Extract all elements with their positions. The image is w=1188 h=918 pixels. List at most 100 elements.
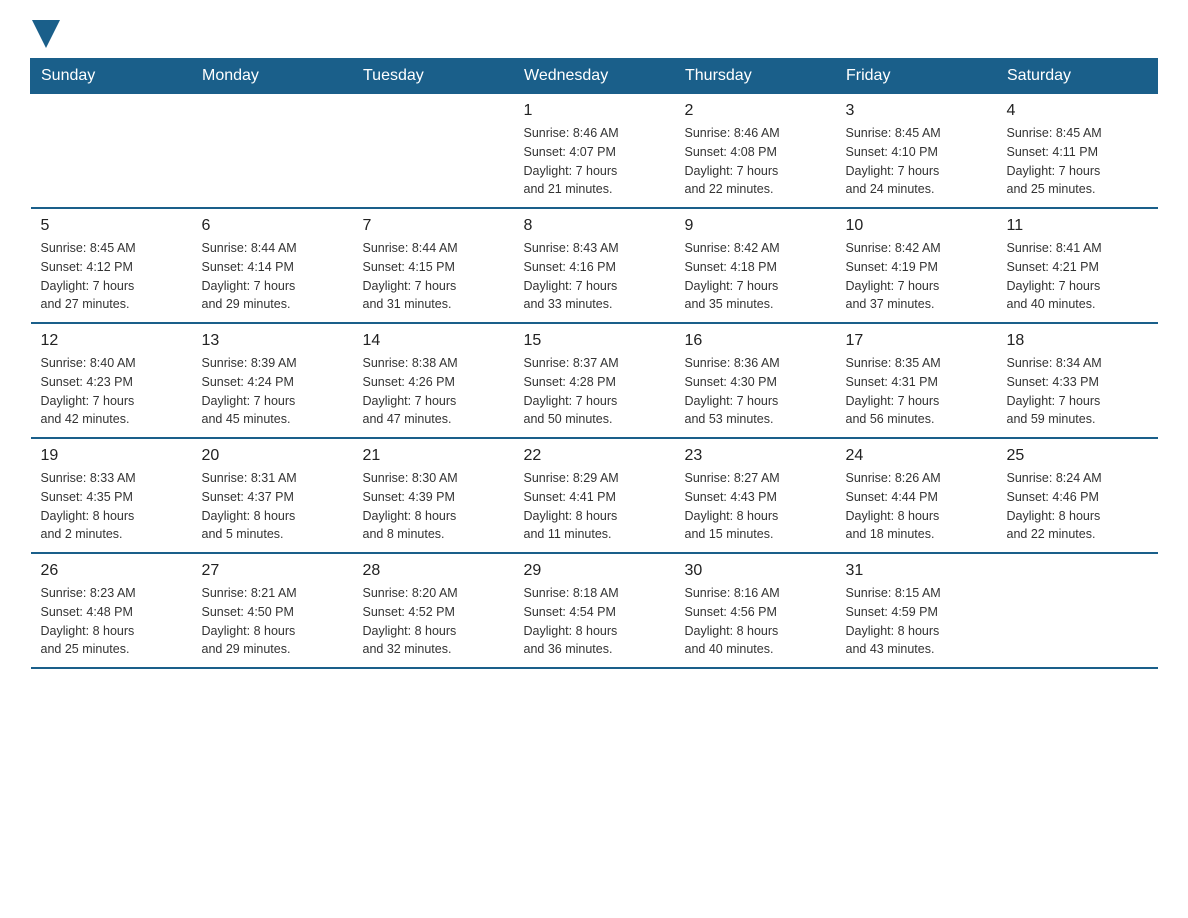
calendar-cell: 19Sunrise: 8:33 AM Sunset: 4:35 PM Dayli… [31, 438, 192, 553]
day-info: Sunrise: 8:35 AM Sunset: 4:31 PM Dayligh… [846, 354, 987, 429]
weekday-header-sunday: Sunday [31, 59, 192, 94]
day-info: Sunrise: 8:27 AM Sunset: 4:43 PM Dayligh… [685, 469, 826, 544]
day-info: Sunrise: 8:15 AM Sunset: 4:59 PM Dayligh… [846, 584, 987, 659]
day-info: Sunrise: 8:41 AM Sunset: 4:21 PM Dayligh… [1007, 239, 1148, 314]
weekday-header-tuesday: Tuesday [353, 59, 514, 94]
day-number: 11 [1007, 217, 1148, 235]
calendar-cell: 13 Sunrise: 8:39 AM Sunset: 4:24 PM Dayli… [192, 323, 353, 438]
day-number: 22 [524, 447, 665, 465]
day-number: 10 [846, 217, 987, 235]
day-number: 12 [41, 332, 182, 350]
calendar-week-row: 19Sunrise: 8:33 AM Sunset: 4:35 PM Dayli… [31, 438, 1158, 553]
day-number: 16 [685, 332, 826, 350]
logo-icon [32, 20, 60, 48]
calendar-cell: 16 Sunrise: 8:36 AM Sunset: 4:30 PM Dayli… [675, 323, 836, 438]
calendar-cell: 24 Sunrise: 8:26 AM Sunset: 4:44 PM Dayli… [836, 438, 997, 553]
weekday-header-thursday: Thursday [675, 59, 836, 94]
day-info: Sunrise: 8:44 AM Sunset: 4:15 PM Dayligh… [363, 239, 504, 314]
calendar-cell: 2 Sunrise: 8:46 AM Sunset: 4:08 PM Daylig… [675, 94, 836, 209]
calendar-cell: 11 Sunrise: 8:41 AM Sunset: 4:21 PM Dayli… [997, 208, 1158, 323]
calendar-cell: 6Sunrise: 8:44 AM Sunset: 4:14 PM Daylig… [192, 208, 353, 323]
calendar-cell: 4Sunrise: 8:45 AM Sunset: 4:11 PM Daylig… [997, 94, 1158, 209]
calendar-cell: 5 Sunrise: 8:45 AM Sunset: 4:12 PM Daylig… [31, 208, 192, 323]
calendar-cell [997, 553, 1158, 668]
calendar-cell [31, 94, 192, 209]
day-info: Sunrise: 8:42 AM Sunset: 4:18 PM Dayligh… [685, 239, 826, 314]
day-number: 19 [41, 447, 182, 465]
day-number: 27 [202, 562, 343, 580]
calendar-week-row: 12Sunrise: 8:40 AM Sunset: 4:23 PM Dayli… [31, 323, 1158, 438]
calendar-cell: 15Sunrise: 8:37 AM Sunset: 4:28 PM Dayli… [514, 323, 675, 438]
weekday-header-monday: Monday [192, 59, 353, 94]
weekday-header-row: SundayMondayTuesdayWednesdayThursdayFrid… [31, 59, 1158, 94]
day-info: Sunrise: 8:21 AM Sunset: 4:50 PM Dayligh… [202, 584, 343, 659]
day-info: Sunrise: 8:43 AM Sunset: 4:16 PM Dayligh… [524, 239, 665, 314]
calendar-cell: 27 Sunrise: 8:21 AM Sunset: 4:50 PM Dayli… [192, 553, 353, 668]
calendar-body: 1Sunrise: 8:46 AM Sunset: 4:07 PM Daylig… [31, 94, 1158, 669]
calendar-week-row: 5 Sunrise: 8:45 AM Sunset: 4:12 PM Daylig… [31, 208, 1158, 323]
day-info: Sunrise: 8:29 AM Sunset: 4:41 PM Dayligh… [524, 469, 665, 544]
day-number: 25 [1007, 447, 1148, 465]
calendar-cell: 22 Sunrise: 8:29 AM Sunset: 4:41 PM Dayli… [514, 438, 675, 553]
day-number: 18 [1007, 332, 1148, 350]
calendar-cell: 25 Sunrise: 8:24 AM Sunset: 4:46 PM Dayli… [997, 438, 1158, 553]
calendar-cell: 12Sunrise: 8:40 AM Sunset: 4:23 PM Dayli… [31, 323, 192, 438]
day-number: 28 [363, 562, 504, 580]
day-number: 6 [202, 217, 343, 235]
day-info: Sunrise: 8:34 AM Sunset: 4:33 PM Dayligh… [1007, 354, 1148, 429]
day-number: 31 [846, 562, 987, 580]
day-info: Sunrise: 8:46 AM Sunset: 4:08 PM Dayligh… [685, 124, 826, 199]
day-info: Sunrise: 8:23 AM Sunset: 4:48 PM Dayligh… [41, 584, 182, 659]
page-header [30, 20, 1158, 48]
day-number: 3 [846, 102, 987, 120]
calendar-cell: 10Sunrise: 8:42 AM Sunset: 4:19 PM Dayli… [836, 208, 997, 323]
day-number: 20 [202, 447, 343, 465]
day-info: Sunrise: 8:30 AM Sunset: 4:39 PM Dayligh… [363, 469, 504, 544]
day-info: Sunrise: 8:45 AM Sunset: 4:12 PM Dayligh… [41, 239, 182, 314]
calendar-cell: 31 Sunrise: 8:15 AM Sunset: 4:59 PM Dayli… [836, 553, 997, 668]
calendar-table: SundayMondayTuesdayWednesdayThursdayFrid… [30, 58, 1158, 669]
day-number: 1 [524, 102, 665, 120]
calendar-cell: 23 Sunrise: 8:27 AM Sunset: 4:43 PM Dayli… [675, 438, 836, 553]
day-info: Sunrise: 8:26 AM Sunset: 4:44 PM Dayligh… [846, 469, 987, 544]
day-number: 26 [41, 562, 182, 580]
day-info: Sunrise: 8:36 AM Sunset: 4:30 PM Dayligh… [685, 354, 826, 429]
calendar-header: SundayMondayTuesdayWednesdayThursdayFrid… [31, 59, 1158, 94]
calendar-cell [192, 94, 353, 209]
calendar-cell: 1Sunrise: 8:46 AM Sunset: 4:07 PM Daylig… [514, 94, 675, 209]
logo[interactable] [30, 20, 60, 48]
calendar-cell: 3Sunrise: 8:45 AM Sunset: 4:10 PM Daylig… [836, 94, 997, 209]
day-number: 21 [363, 447, 504, 465]
day-info: Sunrise: 8:24 AM Sunset: 4:46 PM Dayligh… [1007, 469, 1148, 544]
calendar-week-row: 26 Sunrise: 8:23 AM Sunset: 4:48 PM Dayli… [31, 553, 1158, 668]
day-info: Sunrise: 8:20 AM Sunset: 4:52 PM Dayligh… [363, 584, 504, 659]
day-info: Sunrise: 8:38 AM Sunset: 4:26 PM Dayligh… [363, 354, 504, 429]
day-number: 9 [685, 217, 826, 235]
weekday-header-friday: Friday [836, 59, 997, 94]
day-number: 5 [41, 217, 182, 235]
day-info: Sunrise: 8:31 AM Sunset: 4:37 PM Dayligh… [202, 469, 343, 544]
day-info: Sunrise: 8:39 AM Sunset: 4:24 PM Dayligh… [202, 354, 343, 429]
day-number: 23 [685, 447, 826, 465]
day-number: 17 [846, 332, 987, 350]
calendar-week-row: 1Sunrise: 8:46 AM Sunset: 4:07 PM Daylig… [31, 94, 1158, 209]
weekday-header-wednesday: Wednesday [514, 59, 675, 94]
day-number: 30 [685, 562, 826, 580]
calendar-cell: 17 Sunrise: 8:35 AM Sunset: 4:31 PM Dayli… [836, 323, 997, 438]
day-number: 13 [202, 332, 343, 350]
day-number: 24 [846, 447, 987, 465]
day-number: 7 [363, 217, 504, 235]
calendar-cell: 30 Sunrise: 8:16 AM Sunset: 4:56 PM Dayli… [675, 553, 836, 668]
calendar-cell: 18 Sunrise: 8:34 AM Sunset: 4:33 PM Dayli… [997, 323, 1158, 438]
calendar-cell: 8Sunrise: 8:43 AM Sunset: 4:16 PM Daylig… [514, 208, 675, 323]
day-info: Sunrise: 8:37 AM Sunset: 4:28 PM Dayligh… [524, 354, 665, 429]
day-number: 4 [1007, 102, 1148, 120]
calendar-cell: 21 Sunrise: 8:30 AM Sunset: 4:39 PM Dayli… [353, 438, 514, 553]
day-number: 29 [524, 562, 665, 580]
calendar-cell: 9 Sunrise: 8:42 AM Sunset: 4:18 PM Daylig… [675, 208, 836, 323]
calendar-cell [353, 94, 514, 209]
calendar-cell: 26 Sunrise: 8:23 AM Sunset: 4:48 PM Dayli… [31, 553, 192, 668]
day-info: Sunrise: 8:16 AM Sunset: 4:56 PM Dayligh… [685, 584, 826, 659]
day-number: 2 [685, 102, 826, 120]
calendar-cell: 20 Sunrise: 8:31 AM Sunset: 4:37 PM Dayli… [192, 438, 353, 553]
